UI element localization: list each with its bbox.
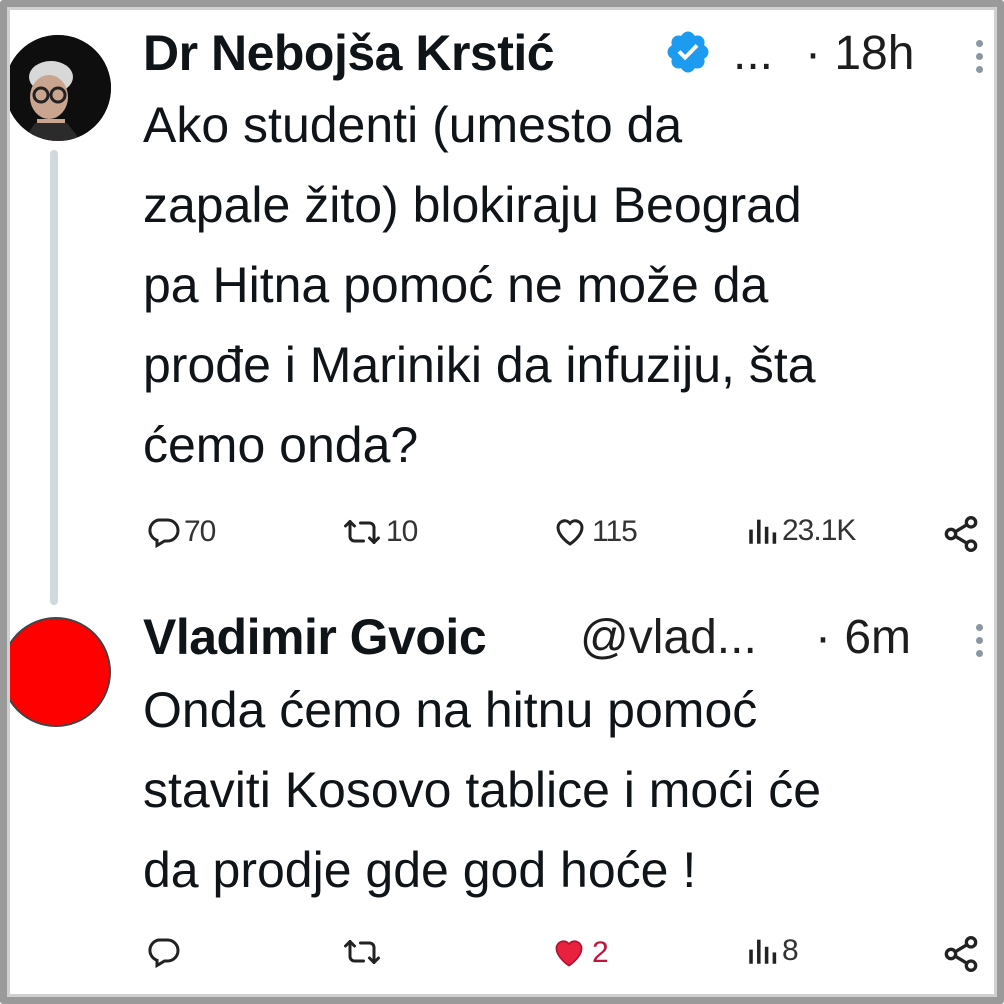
- share-icon: [944, 516, 978, 553]
- retweet-count: 10: [386, 515, 418, 548]
- like-button[interactable]: 115: [550, 514, 638, 550]
- reply-button[interactable]: 70: [144, 514, 216, 550]
- views-count: 23.1K: [782, 514, 856, 547]
- like-icon: [555, 940, 583, 967]
- like-count: 115: [592, 515, 638, 548]
- reply-button[interactable]: [144, 934, 184, 970]
- views-icon: [749, 939, 777, 964]
- retweet-button[interactable]: [340, 934, 386, 970]
- like-icon: [556, 519, 584, 546]
- views-button[interactable]: 8: [744, 934, 799, 968]
- verified-badge-icon: [667, 31, 709, 73]
- author-name-text: Dr Nebojša Krstić: [143, 25, 555, 81]
- avatar[interactable]: [1, 617, 111, 727]
- author-handle[interactable]: ...: [733, 26, 773, 81]
- retweet-button[interactable]: 10: [340, 514, 418, 550]
- reply-icon: [148, 518, 180, 549]
- author-handle[interactable]: @vlad...: [580, 610, 757, 665]
- share-button[interactable]: [940, 514, 982, 554]
- views-button[interactable]: 23.1K: [744, 514, 856, 548]
- avatar[interactable]: [5, 35, 111, 141]
- tweet-actions: 2 8: [140, 934, 990, 984]
- like-count: 2: [592, 936, 609, 969]
- avatar-photo: [5, 35, 111, 141]
- retweet-icon: [344, 520, 380, 544]
- share-icon: [944, 936, 978, 973]
- tweet-text: Ako studenti (umesto da zapale žito) blo…: [143, 97, 816, 473]
- author-name[interactable]: Dr Nebojša Krstić: [143, 24, 555, 82]
- reply-icon: [148, 938, 180, 969]
- author-name-text: Vladimir Gvoic: [143, 609, 487, 665]
- reply-count: 70: [184, 515, 216, 548]
- tweet-actions: 70 10 115 23.1K: [140, 514, 990, 564]
- views-count: 8: [782, 934, 799, 967]
- author-name[interactable]: Vladimir Gvoic: [143, 608, 487, 666]
- thread-connector-line: [50, 150, 58, 605]
- like-button[interactable]: 2: [548, 934, 609, 972]
- tweet-timestamp[interactable]: · 18h: [805, 26, 914, 81]
- retweet-icon: [344, 940, 380, 964]
- more-icon[interactable]: [972, 624, 986, 663]
- views-icon: [749, 519, 777, 544]
- tweet-text: Onda ćemo na hitnu pomoć staviti Kosovo …: [143, 682, 822, 898]
- tweet-timestamp[interactable]: · 6m: [815, 610, 911, 665]
- more-icon[interactable]: [972, 40, 986, 79]
- share-button[interactable]: [940, 934, 982, 974]
